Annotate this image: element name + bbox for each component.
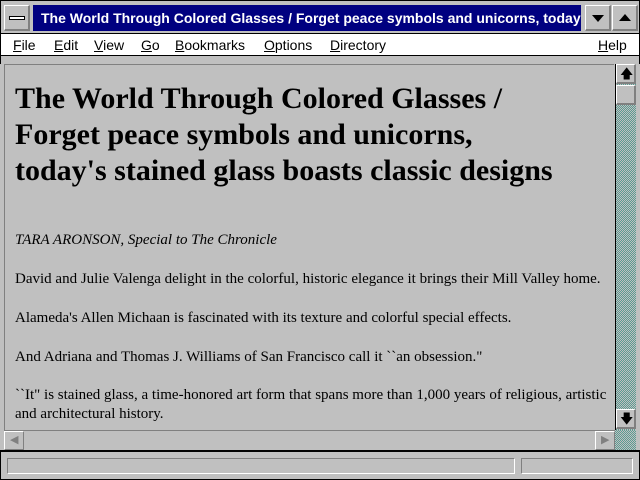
system-menu-icon[interactable]	[4, 5, 30, 31]
scroll-down-button[interactable]: 🡇	[616, 409, 636, 429]
menu-file[interactable]: File	[13, 37, 36, 53]
arrow-right-icon: ▶	[601, 434, 610, 446]
article-paragraph: Alameda's Allen Michaan is fascinated wi…	[15, 310, 512, 326]
maximize-button[interactable]	[612, 5, 638, 31]
menu-help[interactable]: Help	[598, 37, 627, 53]
toolbar-strip	[0, 56, 640, 64]
arrow-left-icon: ◀	[10, 434, 19, 446]
status-text	[7, 458, 515, 474]
document-view: The World Through Colored Glasses / Forg…	[4, 64, 614, 430]
title-bar: The World Through Colored Glasses / Forg…	[0, 0, 640, 34]
minimize-button[interactable]	[585, 5, 611, 31]
progress-indicator	[521, 458, 633, 474]
arrow-up-icon: 🡅	[620, 66, 634, 81]
article: The World Through Colored Glasses / Forg…	[15, 81, 607, 424]
vertical-scrollbar[interactable]: 🡅 🡇	[615, 64, 636, 430]
menu-view[interactable]: View	[94, 37, 124, 53]
horizontal-scrollbar[interactable]: ◀ ▶	[4, 430, 615, 450]
arrow-down-icon: 🡇	[620, 411, 634, 426]
scroll-up-button[interactable]: 🡅	[616, 64, 636, 84]
menu-options[interactable]: Options	[264, 37, 312, 53]
status-bar	[0, 450, 640, 480]
article-headline: The World Through Colored Glasses / Forg…	[15, 82, 553, 187]
article-paragraph: ``It" is stained glass, a time-honored a…	[15, 387, 607, 422]
menu-edit[interactable]: Edit	[54, 37, 78, 53]
article-paragraph: And Adriana and Thomas J. Williams of Sa…	[15, 349, 483, 365]
menu-go[interactable]: Go	[141, 37, 160, 53]
scroll-right-button[interactable]: ▶	[595, 431, 615, 450]
menu-directory[interactable]: Directory	[330, 37, 386, 53]
article-paragraph: David and Julie Valenga delight in the c…	[15, 271, 601, 287]
scroll-left-button[interactable]: ◀	[4, 431, 24, 450]
menu-bar: File Edit View Go Bookmarks Options Dire…	[0, 34, 640, 56]
article-byline: TARA ARONSON, Special to The Chronicle	[15, 232, 277, 248]
menu-bookmarks[interactable]: Bookmarks	[175, 37, 245, 53]
chevron-up-icon	[619, 14, 631, 21]
scroll-thumb[interactable]	[616, 85, 636, 105]
scrollbar-corner	[615, 430, 636, 450]
window-title: The World Through Colored Glasses / Forg…	[33, 5, 581, 31]
chevron-down-icon	[592, 15, 604, 22]
